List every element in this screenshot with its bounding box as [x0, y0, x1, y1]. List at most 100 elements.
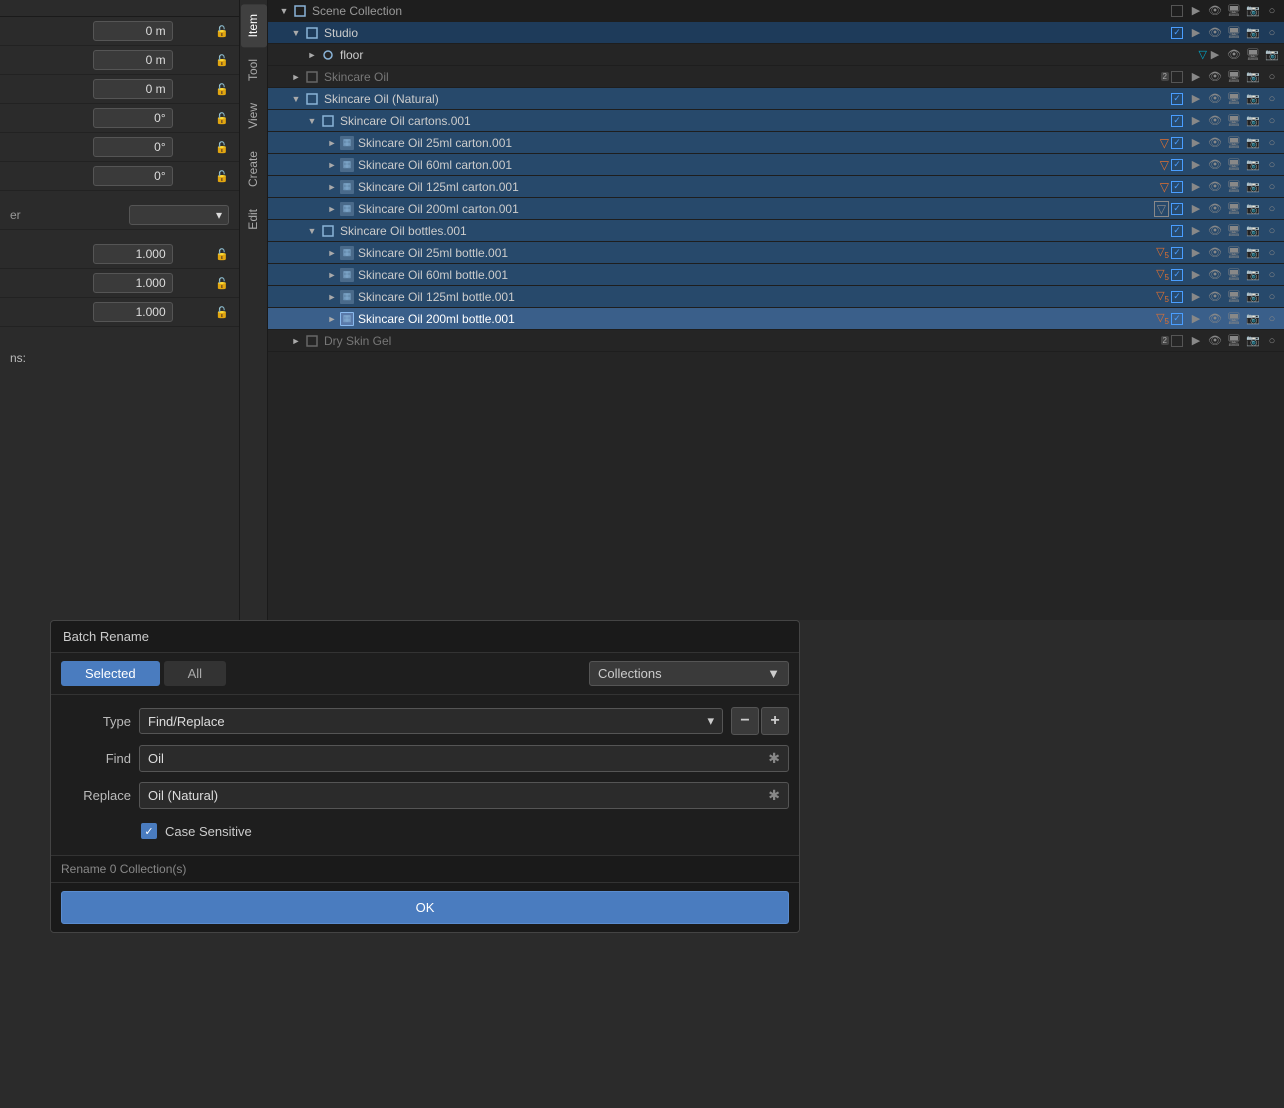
- tab-view[interactable]: View: [241, 93, 267, 139]
- son-circle[interactable]: ○: [1264, 91, 1280, 107]
- so200b-check[interactable]: ✓: [1169, 311, 1185, 327]
- studio-select[interactable]: ▶: [1188, 25, 1204, 41]
- find-input[interactable]: [148, 751, 768, 766]
- so125b-circle[interactable]: ○: [1264, 289, 1280, 305]
- so25c-select[interactable]: ▶: [1188, 135, 1204, 151]
- so60b-monitor[interactable]: 🖥: [1226, 267, 1242, 283]
- replace-regex-icon[interactable]: ✱: [768, 787, 780, 804]
- dsg-camera[interactable]: 📷: [1245, 333, 1261, 349]
- scene-monitor-ctrl[interactable]: 🖥: [1226, 3, 1242, 19]
- rotation-z-lock[interactable]: 🔓: [215, 170, 229, 183]
- so200c-monitor[interactable]: 🖥: [1226, 201, 1242, 217]
- tab-all[interactable]: All: [164, 661, 226, 686]
- so-dimmed-camera[interactable]: 📷: [1245, 69, 1261, 85]
- so60c-check[interactable]: ✓: [1169, 157, 1185, 173]
- studio-circle[interactable]: ○: [1264, 25, 1280, 41]
- son-monitor[interactable]: 🖥: [1226, 91, 1242, 107]
- dsg-check[interactable]: [1169, 333, 1185, 349]
- so125c-monitor[interactable]: 🖥: [1226, 179, 1242, 195]
- so200b-circle[interactable]: ○: [1264, 311, 1280, 327]
- dsg-monitor[interactable]: 🖥: [1226, 333, 1242, 349]
- so25b-circle[interactable]: ○: [1264, 245, 1280, 261]
- studio-camera[interactable]: 📷: [1245, 25, 1261, 41]
- so60c-monitor[interactable]: 🖥: [1226, 157, 1242, 173]
- so125b-monitor[interactable]: 🖥: [1226, 289, 1242, 305]
- minus-button[interactable]: −: [731, 707, 759, 735]
- so-60ml-bottle-row[interactable]: ► ▦ Skincare Oil 60ml bottle.001 ▽5 ✓ ▶ …: [268, 264, 1284, 286]
- find-regex-icon[interactable]: ✱: [768, 750, 780, 767]
- so60b-select[interactable]: ▶: [1188, 267, 1204, 283]
- scale-x-lock[interactable]: 🔓: [215, 248, 229, 261]
- scale-x-value[interactable]: 1.000: [93, 244, 173, 264]
- so-dimmed-select[interactable]: ▶: [1188, 69, 1204, 85]
- so125c-select[interactable]: ▶: [1188, 179, 1204, 195]
- skincare-oil-natural-row[interactable]: ▼ Skincare Oil (Natural) ✓ ▶ 👁 🖥 📷 ○: [268, 88, 1284, 110]
- so-200ml-bottle-row[interactable]: ► ▦ Skincare Oil 200ml bottle.001 ▽5 ✓ ▶…: [268, 308, 1284, 330]
- soc-eye[interactable]: 👁: [1207, 113, 1223, 129]
- so25b-select[interactable]: ▶: [1188, 245, 1204, 261]
- son-select[interactable]: ▶: [1188, 91, 1204, 107]
- tab-create[interactable]: Create: [241, 141, 267, 197]
- so200b-camera[interactable]: 📷: [1245, 311, 1261, 327]
- floor-camera[interactable]: 📷: [1264, 47, 1280, 63]
- so60b-eye[interactable]: 👁: [1207, 267, 1223, 283]
- scene-exclude-ctrl[interactable]: [1169, 3, 1185, 19]
- sob-circle[interactable]: ○: [1264, 223, 1280, 239]
- scene-select-ctrl[interactable]: ▶: [1188, 3, 1204, 19]
- rotation-y-lock[interactable]: 🔓: [215, 141, 229, 154]
- er-dropdown[interactable]: ▾: [129, 205, 229, 225]
- sob-check[interactable]: ✓: [1169, 223, 1185, 239]
- sob-monitor[interactable]: 🖥: [1226, 223, 1242, 239]
- tab-tool[interactable]: Tool: [241, 49, 267, 91]
- so200b-eye[interactable]: 👁: [1207, 311, 1223, 327]
- dsg-eye[interactable]: 👁: [1207, 333, 1223, 349]
- tab-item[interactable]: Item: [241, 4, 267, 47]
- skincare-oil-dimmed-row[interactable]: ► Skincare Oil 2 ▶ 👁 🖥 📷 ○: [268, 66, 1284, 88]
- so60c-camera[interactable]: 📷: [1245, 157, 1261, 173]
- location-z-value[interactable]: 0 m: [93, 79, 173, 99]
- son-camera[interactable]: 📷: [1245, 91, 1261, 107]
- scene-collection-row[interactable]: ▼ Scene Collection ▶ 👁 🖥 📷 ○: [268, 0, 1284, 22]
- so-25ml-bottle-row[interactable]: ► ▦ Skincare Oil 25ml bottle.001 ▽5 ✓ ▶ …: [268, 242, 1284, 264]
- so25c-check[interactable]: ✓: [1169, 135, 1185, 151]
- floor-monitor[interactable]: 🖥: [1245, 47, 1261, 63]
- so25c-monitor[interactable]: 🖥: [1226, 135, 1242, 151]
- so25c-eye[interactable]: 👁: [1207, 135, 1223, 151]
- dsg-select[interactable]: ▶: [1188, 333, 1204, 349]
- so200c-circle[interactable]: ○: [1264, 201, 1280, 217]
- scene-camera-ctrl[interactable]: 📷: [1245, 3, 1261, 19]
- skincare-oil-cartons-row[interactable]: ▼ Skincare Oil cartons.001 ✓ ▶ 👁 🖥 📷 ○: [268, 110, 1284, 132]
- studio-eye[interactable]: 👁: [1207, 25, 1223, 41]
- dsg-circle[interactable]: ○: [1264, 333, 1280, 349]
- so25b-check[interactable]: ✓: [1169, 245, 1185, 261]
- case-sensitive-checkbox[interactable]: ✓: [141, 823, 157, 839]
- studio-row[interactable]: ▼ Studio ✓ ▶ 👁 🖥 📷 ○: [268, 22, 1284, 44]
- rotation-z-value[interactable]: 0°: [93, 166, 173, 186]
- so-125ml-bottle-row[interactable]: ► ▦ Skincare Oil 125ml bottle.001 ▽5 ✓ ▶…: [268, 286, 1284, 308]
- so60c-select[interactable]: ▶: [1188, 157, 1204, 173]
- sob-camera[interactable]: 📷: [1245, 223, 1261, 239]
- location-y-value[interactable]: 0 m: [93, 50, 173, 70]
- so125c-camera[interactable]: 📷: [1245, 179, 1261, 195]
- so200b-monitor[interactable]: 🖥: [1226, 311, 1242, 327]
- skincare-oil-bottles-row[interactable]: ▼ Skincare Oil bottles.001 ✓ ▶ 👁 🖥 📷 ○: [268, 220, 1284, 242]
- rotation-x-value[interactable]: 0°: [93, 108, 173, 128]
- data-type-dropdown[interactable]: Collections ▼: [589, 661, 789, 686]
- scene-eye-ctrl[interactable]: 👁: [1207, 3, 1223, 19]
- so125c-check[interactable]: ✓: [1169, 179, 1185, 195]
- so125c-eye[interactable]: 👁: [1207, 179, 1223, 195]
- so-dimmed-monitor[interactable]: 🖥: [1226, 69, 1242, 85]
- so200c-camera[interactable]: 📷: [1245, 201, 1261, 217]
- so200b-select[interactable]: ▶: [1188, 311, 1204, 327]
- so200c-select[interactable]: ▶: [1188, 201, 1204, 217]
- so-dimmed-circle[interactable]: ○: [1264, 69, 1280, 85]
- soc-camera[interactable]: 📷: [1245, 113, 1261, 129]
- so60c-eye[interactable]: 👁: [1207, 157, 1223, 173]
- studio-monitor[interactable]: 🖥: [1226, 25, 1242, 41]
- soc-circle[interactable]: ○: [1264, 113, 1280, 129]
- scene-circle-ctrl[interactable]: ○: [1264, 3, 1280, 19]
- soc-select[interactable]: ▶: [1188, 113, 1204, 129]
- soc-monitor[interactable]: 🖥: [1226, 113, 1242, 129]
- son-check[interactable]: ✓: [1169, 91, 1185, 107]
- so125b-eye[interactable]: 👁: [1207, 289, 1223, 305]
